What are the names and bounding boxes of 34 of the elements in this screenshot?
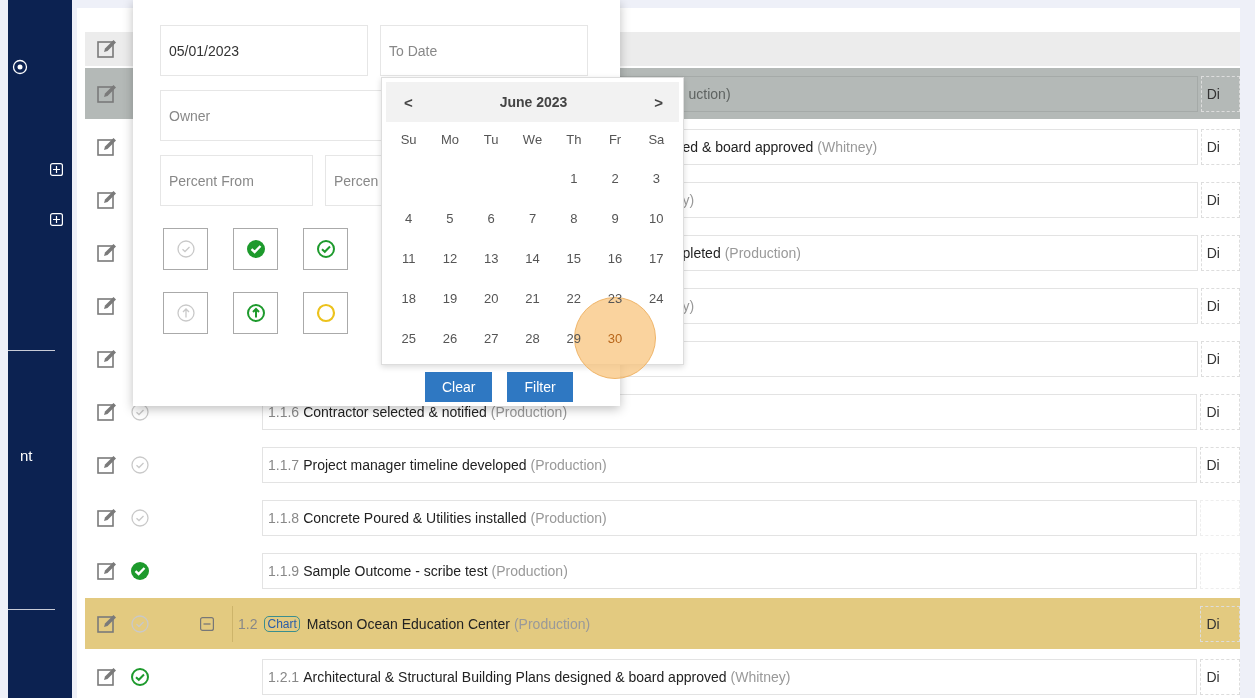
- table-cell: Di: [1200, 234, 1240, 271]
- task-title: Project manager timeline developed: [303, 456, 527, 473]
- table-cell: Di: [1200, 446, 1240, 483]
- task-owner: (Production): [724, 244, 801, 261]
- table-cell: Di: [1200, 658, 1240, 695]
- task-number: 1.2: [238, 615, 258, 632]
- weekday-label: Sa: [647, 131, 666, 149]
- table-cell: Di: [1200, 393, 1240, 430]
- task-owner: (Production): [491, 562, 568, 579]
- task-owner: (Production): [490, 403, 568, 420]
- table-cell: Di: [1200, 605, 1240, 642]
- task-owner: (Production): [513, 615, 591, 632]
- task-title: Concrete Poured & Utilities installed: [303, 509, 527, 526]
- task-owner: (Whitney): [817, 138, 878, 155]
- table-cell: Di: [1200, 287, 1240, 324]
- task-number: 1.1.8: [268, 509, 300, 526]
- table-cell: Di: [1200, 75, 1240, 112]
- task-number: 1.1.7: [268, 456, 300, 473]
- task-title: Architectural & Structural Building Plans designed & board approved: [303, 668, 727, 685]
- task-number: 1.1.9: [268, 562, 300, 579]
- task-owner: uction): [688, 85, 731, 102]
- task-number: 1.2.1: [268, 668, 300, 685]
- task-title: Contractor selected & notified: [303, 403, 487, 420]
- task-owner: (Production): [530, 509, 607, 526]
- table-cell: Di: [1200, 340, 1240, 377]
- task-number: 1.1.6: [268, 403, 300, 420]
- month-title: June 2023: [499, 94, 568, 110]
- table-cell: Di: [1200, 128, 1240, 165]
- task-owner: (Whitney): [730, 668, 791, 685]
- task-owner: (Production): [530, 456, 607, 473]
- task-title: Sample Outcome - scribe test: [303, 562, 488, 579]
- task-title: Matson Ocean Education Center: [306, 615, 510, 632]
- table-cell: Di: [1200, 181, 1240, 218]
- weekday-label: Fr: [607, 131, 623, 149]
